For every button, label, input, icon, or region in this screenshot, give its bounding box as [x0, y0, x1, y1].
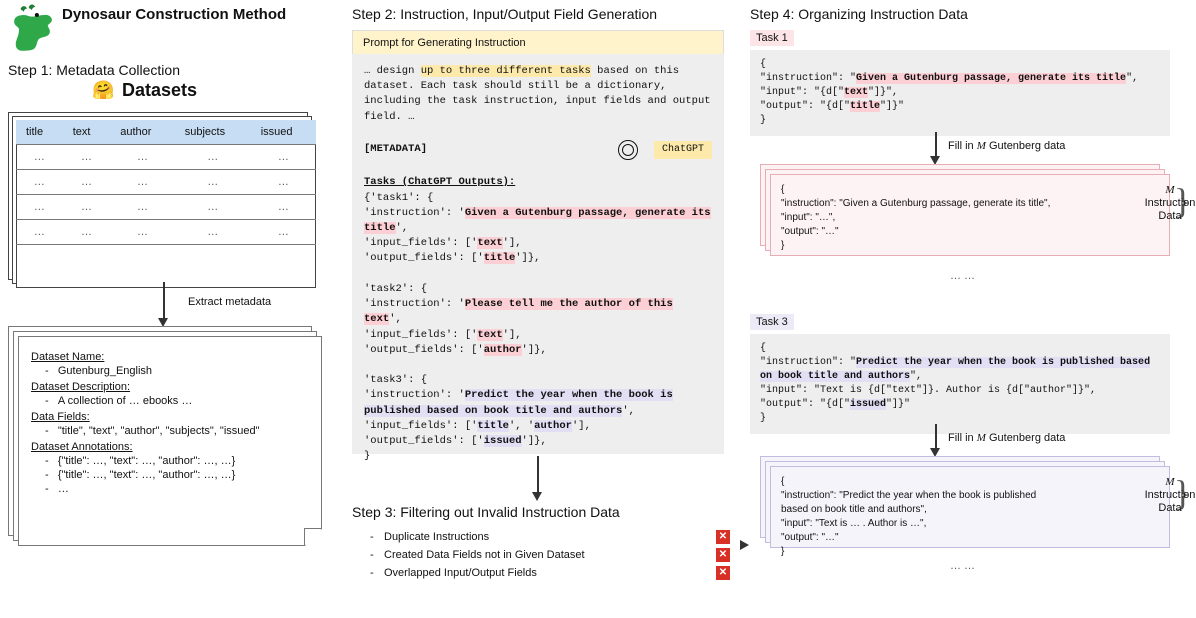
- annotation-row: - …: [45, 483, 309, 495]
- metadata-card: Dataset Name: - Gutenburg_English Datase…: [18, 336, 322, 546]
- arrow-stem: [935, 424, 937, 450]
- task1-result-stack: { "instruction": "Given a Gutenburg pass…: [760, 164, 1172, 260]
- x-icon: ✕: [716, 566, 730, 580]
- extract-metadata-label: Extract metadata: [188, 296, 271, 308]
- metadata-tag: [METADATA]: [364, 142, 427, 157]
- data-fields-value: - "title", "text", "author", "subjects",…: [45, 425, 309, 437]
- fill-in-label: Fill in M Gutenberg data: [948, 432, 1065, 444]
- task3-label: Task 3: [750, 314, 794, 330]
- col-text: text: [63, 120, 111, 145]
- task1-block: {'task1': { 'instruction': 'Given a Gute…: [364, 191, 712, 267]
- dataset-table: title text author subjects issued …………… …: [16, 120, 316, 245]
- data-fields-label: Data Fields:: [31, 411, 309, 423]
- arrow-right-icon: [740, 540, 749, 550]
- step2-heading: Step 2: Instruction, Input/Output Field …: [352, 6, 657, 22]
- dataset-desc-label: Dataset Description:: [31, 381, 309, 393]
- step2-panel: … design up to three different tasks bas…: [352, 54, 724, 454]
- task1-result-card: { "instruction": "Given a Gutenburg pass…: [770, 174, 1170, 256]
- step1-heading: Step 1: Metadata Collection: [8, 62, 180, 78]
- m-instruction-data-label: MInstruction Data: [1142, 184, 1196, 224]
- page-fold-icon: [304, 528, 322, 546]
- x-icon: ✕: [716, 530, 730, 544]
- arrow-stem: [935, 132, 937, 158]
- filter-item: -Created Data Fields not in Given Datase…: [370, 548, 730, 562]
- col-issued: issued: [251, 120, 316, 145]
- chatgpt-icon: [618, 140, 638, 160]
- fill-in-label: Fill in M Gutenberg data: [948, 140, 1065, 152]
- ellipsis: … …: [950, 270, 975, 282]
- arrow-down-icon: [532, 492, 542, 501]
- annotation-row: - {"title": …, "text": …, "author": …, ……: [45, 469, 309, 481]
- prompt-body: … design up to three different tasks bas…: [364, 64, 712, 125]
- filter-item: -Overlapped Input/Output Fields✕: [370, 566, 730, 580]
- task3-result-stack: { "instruction": "Predict the year when …: [760, 456, 1172, 552]
- tasks-heading: Tasks (ChatGPT Outputs):: [364, 176, 515, 188]
- arrow-stem: [163, 282, 165, 318]
- chatgpt-chip: ChatGPT: [654, 141, 712, 160]
- prompt-header-box: Prompt for Generating Instruction: [352, 30, 724, 56]
- col-title: title: [16, 120, 63, 145]
- dataset-name-label: Dataset Name:: [31, 351, 309, 363]
- step3-heading: Step 3: Filtering out Invalid Instructio…: [352, 504, 620, 520]
- filter-item: -Duplicate Instructions✕: [370, 530, 730, 544]
- annotation-row: - {"title": …, "text": …, "author": …, ……: [45, 455, 309, 467]
- task3-block: 'task3': { 'instruction': 'Predict the y…: [364, 373, 712, 464]
- task1-label: Task 1: [750, 30, 794, 46]
- dataset-desc-value: - A collection of … ebooks …: [45, 395, 309, 407]
- ellipsis: … …: [950, 560, 975, 572]
- task3-result-card: { "instruction": "Predict the year when …: [770, 466, 1170, 548]
- col-subjects: subjects: [175, 120, 251, 145]
- step4-heading: Step 4: Organizing Instruction Data: [750, 6, 968, 22]
- m-instruction-data-label: MInstruction Data: [1142, 476, 1196, 516]
- task3-json-panel: { "instruction": "Predict the year when …: [750, 334, 1170, 434]
- col-author: author: [110, 120, 174, 145]
- task2-block: 'task2': { 'instruction': 'Please tell m…: [364, 282, 712, 358]
- arrow-stem: [537, 456, 539, 492]
- dataset-name-value: - Gutenburg_English: [45, 365, 309, 377]
- datasets-label: Datasets: [122, 80, 197, 101]
- x-icon: ✕: [716, 548, 730, 562]
- step3-list: -Duplicate Instructions✕ -Created Data F…: [370, 530, 730, 584]
- metadata-card-stack: Dataset Name: - Gutenburg_English Datase…: [8, 326, 326, 550]
- task1-json-panel: { "instruction": "Given a Gutenburg pass…: [750, 50, 1170, 136]
- dynosaur-logo-icon: [6, 2, 58, 54]
- huggingface-icon: 🤗: [92, 80, 114, 101]
- page-title: Dynosaur Construction Method: [62, 6, 286, 23]
- dataset-annotations-label: Dataset Annotations:: [31, 441, 309, 453]
